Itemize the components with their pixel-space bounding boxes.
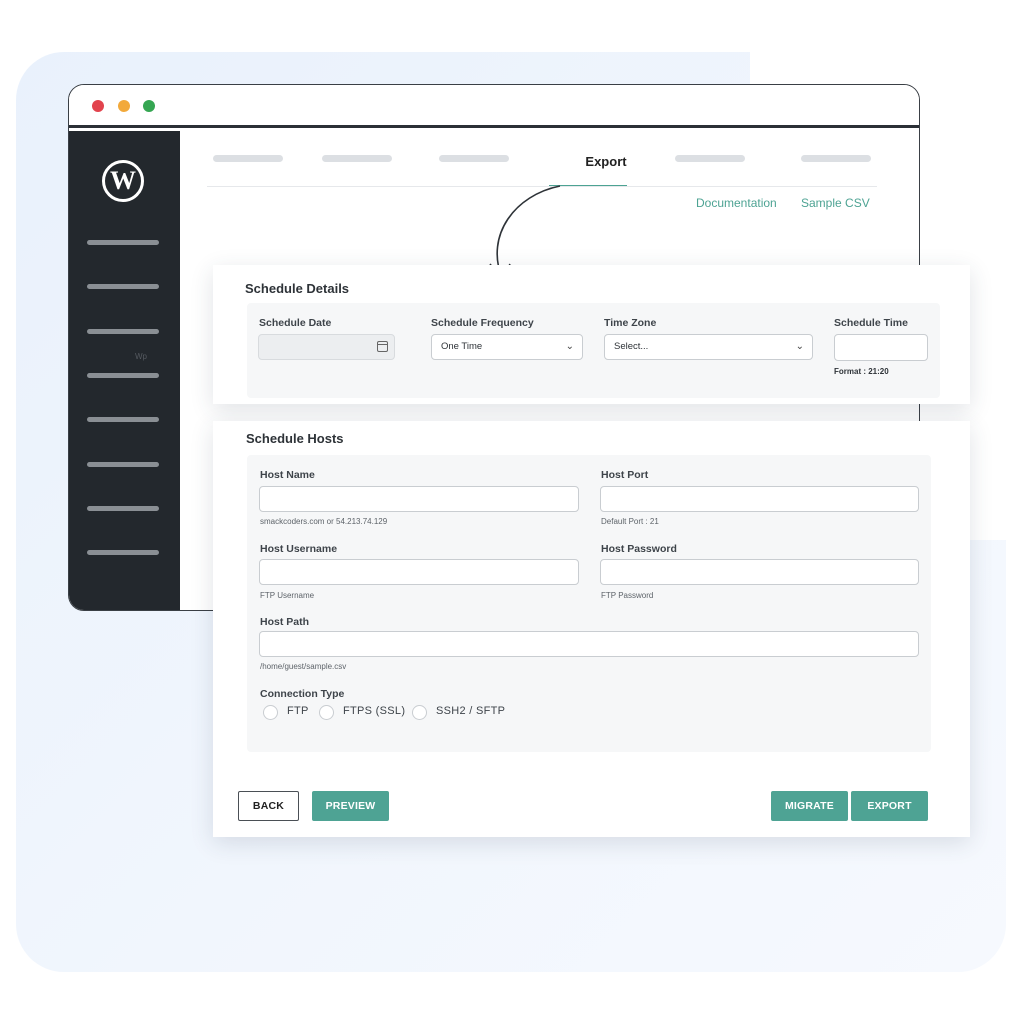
host-port-input[interactable] [600, 486, 919, 512]
host-username-hint: FTP Username [260, 591, 315, 600]
sidebar-item-placeholder[interactable] [87, 284, 159, 289]
export-button[interactable]: EXPORT [851, 791, 928, 821]
migrate-button[interactable]: MIGRATE [771, 791, 848, 821]
schedule-date-input[interactable] [258, 334, 395, 360]
chevron-down-icon: ⌄ [795, 341, 804, 352]
close-window-dot[interactable] [92, 100, 104, 112]
tab-placeholder[interactable] [322, 155, 392, 162]
calendar-icon[interactable] [377, 341, 388, 352]
connection-ftp-radio[interactable] [263, 705, 278, 720]
schedule-time-input[interactable] [834, 334, 928, 361]
sidebar-item-placeholder[interactable] [87, 417, 159, 422]
preview-button[interactable]: PREVIEW [312, 791, 389, 821]
sidebar-item-placeholder[interactable] [87, 373, 159, 378]
host-name-hint: smackcoders.com or 54.213.74.129 [260, 517, 388, 526]
title-bar [69, 85, 919, 128]
host-name-label: Host Name [260, 469, 315, 481]
sidebar-item-placeholder[interactable] [87, 329, 159, 334]
connection-type-label: Connection Type [260, 688, 345, 700]
schedule-time-label: Schedule Time [834, 317, 908, 329]
host-password-input[interactable] [600, 559, 919, 585]
host-port-label: Host Port [601, 469, 649, 481]
minimize-window-dot[interactable] [118, 100, 130, 112]
host-port-hint: Default Port : 21 [601, 517, 659, 526]
host-path-hint: /home/guest/sample.csv [260, 662, 347, 671]
sidebar-tiny-label: Wp [135, 352, 147, 361]
host-username-label: Host Username [260, 543, 338, 555]
maximize-window-dot[interactable] [143, 100, 155, 112]
sidebar-item-placeholder[interactable] [87, 462, 159, 467]
tab-placeholder[interactable] [801, 155, 871, 162]
connection-ftp-label[interactable]: FTP [287, 705, 309, 717]
sidebar-item-placeholder[interactable] [87, 550, 159, 555]
schedule-frequency-value: One Time [441, 341, 483, 352]
time-zone-select[interactable]: Select... ⌄ [604, 334, 813, 360]
schedule-date-label: Schedule Date [259, 317, 332, 329]
host-password-hint: FTP Password [601, 591, 654, 600]
host-name-input[interactable] [259, 486, 579, 512]
host-path-input[interactable] [259, 631, 919, 657]
time-zone-label: Time Zone [604, 317, 657, 329]
schedule-details-title: Schedule Details [245, 281, 350, 296]
admin-sidebar: W Wp ✓ [69, 131, 180, 610]
schedule-frequency-select[interactable]: One Time ⌄ [431, 334, 583, 360]
sidebar-item-placeholder[interactable] [87, 240, 159, 245]
schedule-frequency-label: Schedule Frequency [431, 317, 534, 329]
connection-sftp-radio[interactable] [412, 705, 427, 720]
tab-placeholder[interactable] [439, 155, 509, 162]
tab-export[interactable]: Export [567, 154, 645, 169]
connection-sftp-label[interactable]: SSH2 / SFTP [436, 705, 505, 717]
wordpress-logo-icon[interactable]: W [102, 160, 144, 202]
tab-placeholder[interactable] [213, 155, 283, 162]
host-path-label: Host Path [260, 616, 310, 628]
time-zone-value: Select... [614, 341, 649, 352]
host-password-label: Host Password [601, 543, 677, 555]
sidebar-item-placeholder[interactable] [87, 506, 159, 511]
connection-ftps-radio[interactable] [319, 705, 334, 720]
connection-ftps-label[interactable]: FTPS (SSL) [343, 705, 405, 717]
host-username-input[interactable] [259, 559, 579, 585]
documentation-link[interactable]: Documentation [696, 196, 777, 210]
tab-placeholder[interactable] [675, 155, 745, 162]
schedule-hosts-title: Schedule Hosts [246, 431, 344, 446]
chevron-down-icon: ⌄ [565, 341, 574, 352]
schedule-time-hint: Format : 21:20 [834, 367, 889, 376]
back-button[interactable]: BACK [238, 791, 299, 821]
sample-csv-link[interactable]: Sample CSV [801, 196, 870, 210]
